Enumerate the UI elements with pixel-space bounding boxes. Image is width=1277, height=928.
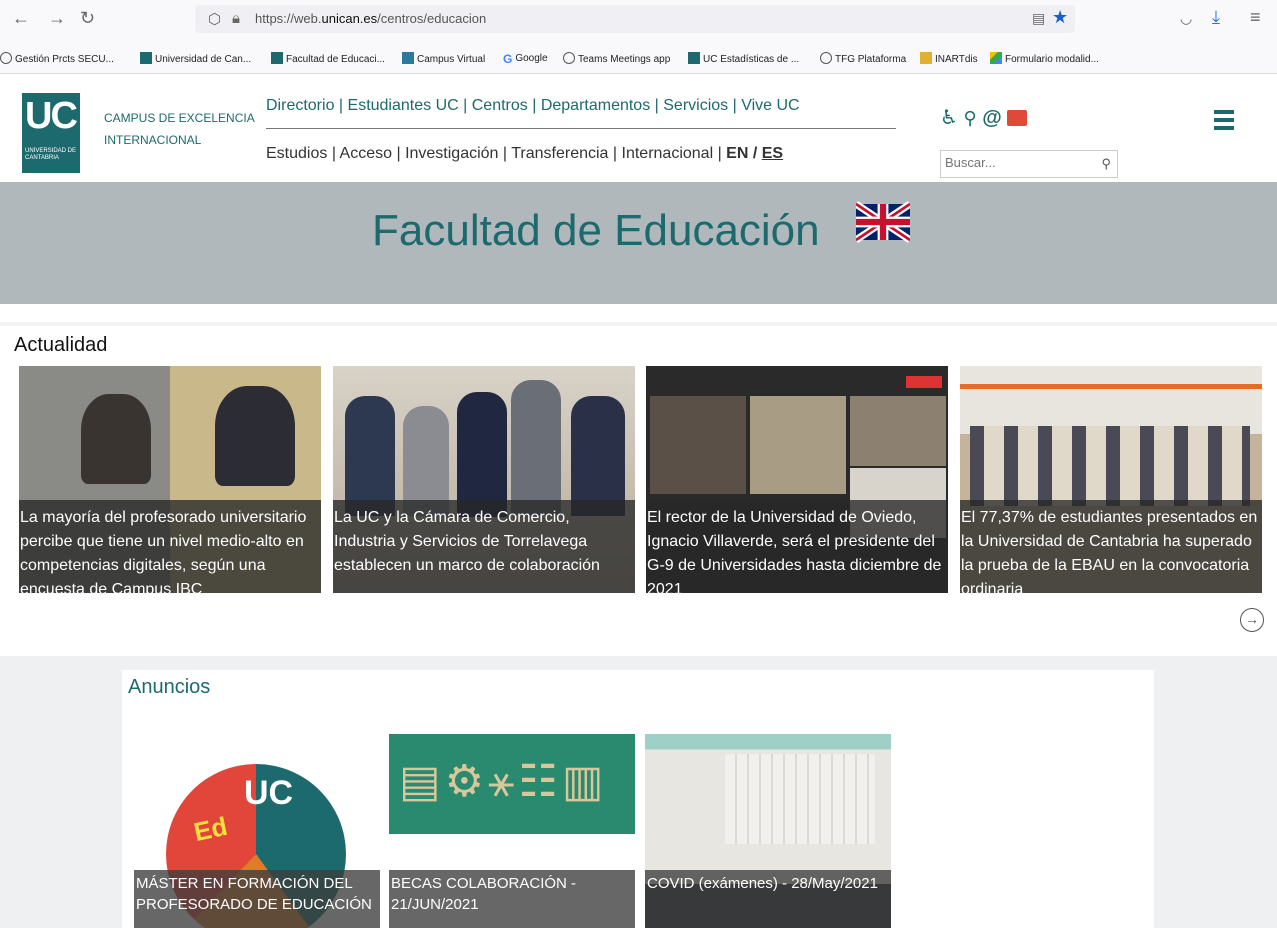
location-icon[interactable]: ⚲ [964,108,977,128]
news-photo-students [970,426,1250,506]
forward-icon[interactable]: → [48,8,66,29]
back-icon[interactable]: ← [12,8,30,29]
uc-favicon-icon [140,52,152,64]
utility-icons: ♿︎ ⚲ @ [940,105,1028,130]
news-card[interactable]: El rector de la Universidad de Oviedo, I… [646,366,948,593]
announcement-card[interactable]: UC Ed MÁSTER EN FORMACIÓN DEL PROFESORAD… [134,734,380,928]
announcement-card[interactable]: ▤⚙⚹☷▥ BECAS COLABORACIÓN - 21/Jun/2021 [389,734,635,928]
bookmark-item[interactable]: Gestión Prcts SECU... [0,52,114,65]
search-input[interactable] [945,155,1085,170]
nav-estudiantes[interactable]: Estudiantes UC [348,97,459,114]
bookmarks-bar: Gestión Prcts SECU... Universidad de Can… [0,38,1277,74]
news-heading: Actualidad [14,334,108,356]
globe-icon [0,52,12,64]
nav-investigacion[interactable]: Investigación [405,145,498,162]
nav-internacional[interactable]: Internacional [622,145,714,162]
announcement-caption: COVID (exámenes) - 28/May/2021 [645,870,891,928]
lang-es-link[interactable]: ES [762,145,783,162]
announcement-caption: MÁSTER EN FORMACIÓN DEL PROFESORADO DE E… [134,870,380,928]
accessibility-icon[interactable]: ♿︎ [940,107,958,129]
news-photo-person [511,380,561,515]
bookmark-item[interactable]: Campus Virtual [402,52,485,65]
news-caption: El 77,37% de estudiantes presentados en … [960,500,1262,593]
news-photo-person [81,394,151,484]
globe-icon [820,52,832,64]
bookmark-item[interactable]: INARTdis [920,52,978,65]
shield-icon[interactable]: ⬡ [208,10,221,28]
news-card[interactable]: El 77,37% de estudiantes presentados en … [960,366,1262,593]
lang-en-link[interactable]: EN [726,145,748,162]
nav-servicios[interactable]: Servicios [663,97,728,114]
google-icon: G [503,52,513,66]
announcement-caption: BECAS COLABORACIÓN - 21/Jun/2021 [389,870,635,928]
carousel-next-button[interactable]: → [1240,608,1264,632]
nav-acceso[interactable]: Acceso [340,145,392,162]
bookmark-item[interactable]: TFG Plataforma [820,52,906,65]
presentation-icon[interactable] [1007,110,1028,126]
bookmark-item[interactable]: Universidad de Can... [140,52,251,65]
news-caption: El rector de la Universidad de Oviedo, I… [646,500,948,593]
search-box: ⚲ [940,150,1118,178]
menu-icon[interactable]: ≡ [1250,7,1261,28]
bookmark-item[interactable]: G Google [503,52,548,66]
video-tile [750,396,846,494]
announcements-heading: Anuncios [128,676,211,698]
download-icon[interactable]: ⤓ [1212,7,1220,28]
nav-transferencia[interactable]: Transferencia [511,145,608,162]
reader-view-icon[interactable]: ▤ [1032,10,1045,27]
at-icon[interactable]: @ [982,107,1002,129]
page-title: Facultad de Educación [372,206,820,255]
ed-uc-logo-text: UC [244,774,294,812]
secondary-navigation: Estudios | Acceso | Investigación | Tran… [266,145,784,162]
news-photo-person [457,392,507,517]
uc-favicon-icon [271,52,283,64]
news-photo-person [571,396,625,516]
pocket-icon[interactable]: ◡ [1180,10,1192,27]
news-photo-person [345,396,395,516]
inartdis-icon [920,52,932,64]
announcement-card[interactable]: COVID (exámenes) - 28/May/2021 [645,734,891,928]
campus-line2: INTERNACIONAL [104,133,202,147]
uk-flag-icon[interactable] [856,196,910,248]
bookmark-item[interactable]: Teams Meetings app [563,52,670,65]
top-navigation: Directorio | Estudiantes UC | Centros | … [266,97,800,114]
uc-logo[interactable]: UC UNIVERSIDAD DE CANTABRIA [22,93,80,173]
lock-icon: 🔒︎ [232,10,240,27]
campus-line1: CAMPUS DE EXCELENCIA [104,111,255,125]
news-caption: La UC y la Cámara de Comercio, Industria… [333,500,635,593]
nav-departamentos[interactable]: Departamentos [541,97,650,114]
browser-toolbar: ← → ↻ ⬡ 🔒︎ https://web.unican.es/centros… [0,0,1277,38]
bookmark-item[interactable]: Formulario modalid... [990,52,1099,65]
bookmark-star-icon[interactable]: ★ [1052,7,1068,28]
logo-text: UC [25,95,78,137]
nav-centros[interactable]: Centros [472,97,528,114]
campus-virtual-icon [402,52,414,64]
news-card[interactable]: La UC y la Cámara de Comercio, Industria… [333,366,635,593]
search-icon[interactable]: ⚲ [1101,156,1111,172]
campus-excelencia[interactable]: CAMPUS DE EXCELENCIA INTERNACIONAL [104,107,255,151]
video-tile [850,396,946,466]
globe-icon [563,52,575,64]
bookmark-item[interactable]: Facultad de Educaci... [271,52,385,65]
news-photo-person [215,386,295,486]
classroom-curtain [725,754,875,844]
nav-estudios[interactable]: Estudios [266,145,327,162]
nav-divider [266,128,896,129]
leave-button [906,376,942,388]
uc-favicon-icon [688,52,700,64]
logo-subtitle: UNIVERSIDAD DE CANTABRIA [25,148,77,161]
bookmark-item[interactable]: UC Estadísticas de ... [688,52,799,65]
hamburger-menu-icon[interactable] [1214,110,1234,132]
nav-directorio[interactable]: Directorio [266,97,334,114]
nav-vive-uc[interactable]: Vive UC [741,97,799,114]
reload-icon[interactable]: ↻ [80,8,95,29]
news-caption: La mayoría del profesorado universitario… [19,500,321,593]
news-photo-stripe [960,384,1262,389]
url-text[interactable]: https://web.unican.es/centros/educacion [255,11,486,26]
becas-icons: ▤⚙⚹☷▥ [399,757,608,806]
news-card[interactable]: La mayoría del profesorado universitario… [19,366,321,593]
google-drive-icon [990,52,1002,64]
video-tile [650,396,746,494]
